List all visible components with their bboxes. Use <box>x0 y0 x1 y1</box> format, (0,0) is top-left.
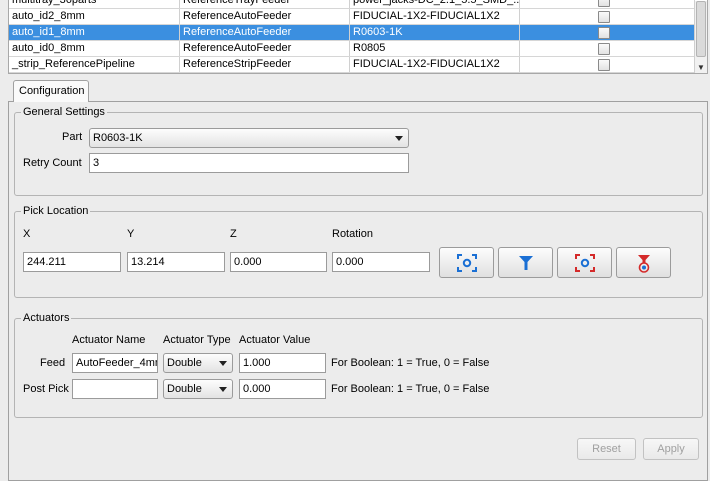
retry-count-label: Retry Count <box>23 157 82 169</box>
pick-location-group: Pick Location X Y Z Rotation 244.211 13.… <box>14 204 703 298</box>
table-row[interactable]: _strip_ReferencePipeline ReferenceStripF… <box>9 57 695 73</box>
pick-y-input[interactable]: 13.214 <box>127 252 225 272</box>
enabled-checkbox[interactable] <box>598 0 610 7</box>
pick-location-title: Pick Location <box>21 204 91 218</box>
part-select[interactable]: R0603-1K <box>89 128 409 148</box>
table-row-selected[interactable]: auto_id1_8mm ReferenceAutoFeeder R0603-1… <box>9 25 695 41</box>
enabled-cell[interactable] <box>520 9 695 24</box>
part-label: Part <box>62 131 83 143</box>
actuator-value-header: Actuator Value <box>239 334 311 346</box>
feed-actuator-type-value: Double <box>167 357 202 369</box>
post-pick-actuator-name-input[interactable] <box>72 379 158 399</box>
rotation-label: Rotation <box>332 228 373 240</box>
z-label: Z <box>230 228 237 240</box>
table-row[interactable]: auto_id2_8mm ReferenceAutoFeeder FIDUCIA… <box>9 9 695 25</box>
feeder-name-cell[interactable]: _strip_ReferencePipeline <box>9 57 180 72</box>
enabled-checkbox[interactable] <box>598 11 610 23</box>
pick-z-input[interactable]: 0.000 <box>230 252 327 272</box>
general-settings-title: General Settings <box>21 105 107 119</box>
tab-configuration[interactable]: Configuration <box>13 80 89 102</box>
nozzle-icon <box>519 256 533 270</box>
chevron-down-icon <box>395 136 403 141</box>
actuators-title: Actuators <box>21 311 72 325</box>
enabled-checkbox[interactable] <box>598 59 610 71</box>
part-select-value: R0603-1K <box>93 132 143 144</box>
camera-tool-buttons <box>439 247 671 278</box>
post-pick-actuator-type-value: Double <box>167 383 202 395</box>
actuators-group: Actuators Actuator Name Actuator Type Ac… <box>14 311 703 418</box>
enabled-cell[interactable] <box>520 57 695 72</box>
feeder-part-cell[interactable]: FIDUCIAL-1X2-FIDUCIAL1X2 <box>350 9 520 24</box>
post-pick-label: Post Pick <box>23 383 69 395</box>
feeder-type-cell[interactable]: ReferenceAutoFeeder <box>180 41 350 56</box>
enabled-cell[interactable] <box>520 25 695 40</box>
capture-camera-location-button[interactable] <box>439 247 494 278</box>
enabled-checkbox[interactable] <box>598 43 610 55</box>
post-pick-actuator-value-input[interactable]: 0.000 <box>239 379 326 399</box>
post-pick-actuator-type-select[interactable]: Double <box>163 379 233 399</box>
reset-button[interactable]: Reset <box>577 438 636 460</box>
chevron-down-icon <box>219 361 227 366</box>
pick-x-input[interactable]: 244.211 <box>23 252 121 272</box>
scrollbar-thumb[interactable] <box>696 1 706 57</box>
feeder-name-cell[interactable]: auto_id0_8mm <box>9 41 180 56</box>
feeder-name-cell[interactable]: multitray_36parts <box>9 0 180 8</box>
post-pick-boolean-hint: For Boolean: 1 = True, 0 = False <box>331 383 490 395</box>
nozzle-move-icon <box>638 255 650 273</box>
feed-actuator-type-select[interactable]: Double <box>163 353 233 373</box>
camera-capture-icon <box>457 254 477 272</box>
feeder-name-cell[interactable]: auto_id2_8mm <box>9 9 180 24</box>
retry-count-input[interactable]: 3 <box>89 153 409 173</box>
feeders-table[interactable]: multitray_36parts ReferenceTrayFeeder po… <box>8 0 708 74</box>
table-row[interactable]: multitray_36parts ReferenceTrayFeeder po… <box>9 0 695 9</box>
pick-rotation-input[interactable]: 0.000 <box>332 252 430 272</box>
capture-tool-location-button[interactable] <box>498 247 553 278</box>
feeder-part-cell[interactable]: R0805 <box>350 41 520 56</box>
x-label: X <box>23 228 31 240</box>
table-scrollbar[interactable]: ▼ <box>694 1 707 73</box>
enabled-cell[interactable] <box>520 0 695 8</box>
enabled-checkbox[interactable] <box>598 27 610 39</box>
general-settings-group: General Settings Part R0603-1K Retry Cou… <box>14 105 703 196</box>
feeder-type-cell[interactable]: ReferenceAutoFeeder <box>180 9 350 24</box>
move-camera-to-location-button[interactable] <box>557 247 612 278</box>
apply-button[interactable]: Apply <box>643 438 699 460</box>
feed-actuator-name-input[interactable]: AutoFeeder_4mm <box>72 353 158 373</box>
scroll-down-arrow-icon[interactable]: ▼ <box>697 64 705 72</box>
chevron-down-icon <box>219 387 227 392</box>
enabled-cell[interactable] <box>520 41 695 56</box>
feeder-name-cell[interactable]: auto_id1_8mm <box>9 25 180 40</box>
move-tool-to-location-button[interactable] <box>616 247 671 278</box>
feeder-type-cell[interactable]: ReferenceStripFeeder <box>180 57 350 72</box>
y-label: Y <box>127 228 135 240</box>
feeder-part-cell[interactable]: R0603-1K <box>350 25 520 40</box>
feeder-part-cell[interactable]: power_jacks-DC_2.1_5.5_SMD_... <box>350 0 520 8</box>
feeder-type-cell[interactable]: ReferenceTrayFeeder <box>180 0 350 8</box>
table-row[interactable]: auto_id0_8mm ReferenceAutoFeeder R0805 <box>9 41 695 57</box>
actuator-name-header: Actuator Name <box>72 334 146 346</box>
camera-move-icon <box>575 254 595 272</box>
feeder-type-cell[interactable]: ReferenceAutoFeeder <box>180 25 350 40</box>
feed-boolean-hint: For Boolean: 1 = True, 0 = False <box>331 357 490 369</box>
feeder-part-cell[interactable]: FIDUCIAL-1X2-FIDUCIAL1X2 <box>350 57 520 72</box>
feed-label: Feed <box>40 357 66 369</box>
actuator-type-header: Actuator Type <box>163 334 231 346</box>
feed-actuator-value-input[interactable]: 1.000 <box>239 353 326 373</box>
